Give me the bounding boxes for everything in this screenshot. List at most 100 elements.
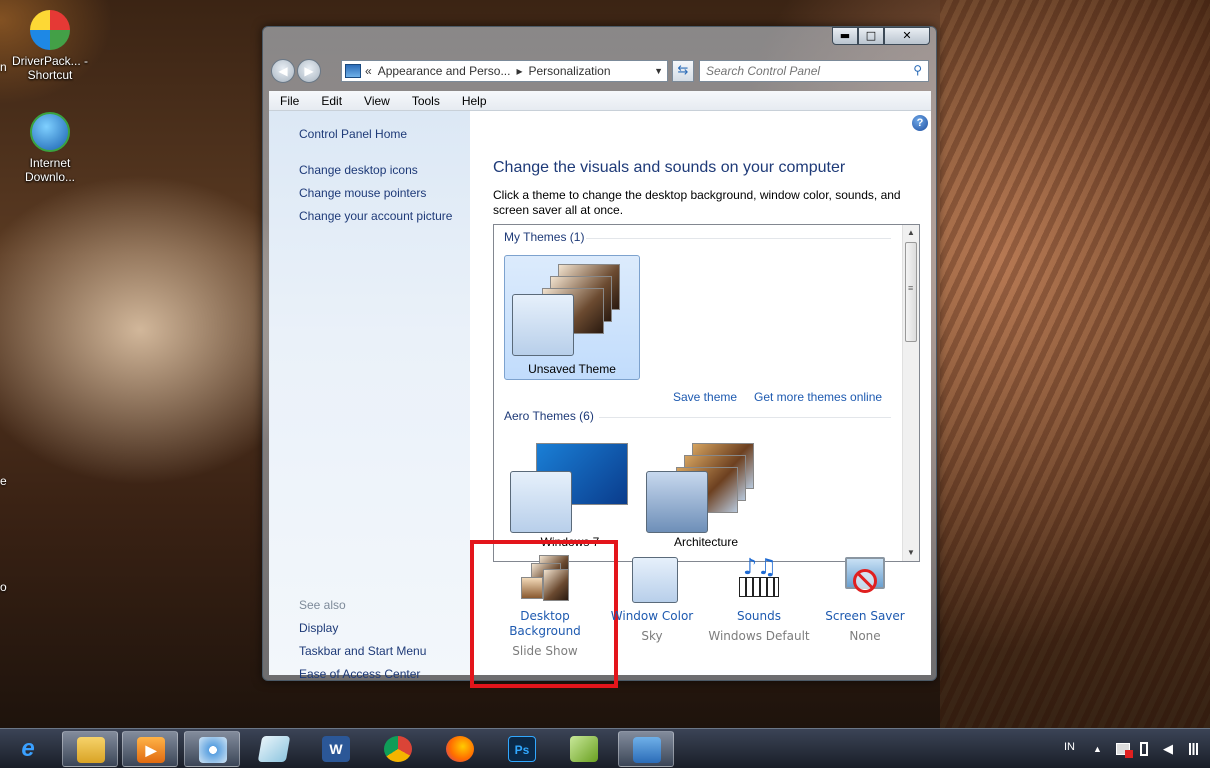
window-color-icon [628,555,678,603]
change-mouse-pointers-link[interactable]: Change mouse pointers [299,186,426,200]
menu-help[interactable]: Help [451,94,498,108]
screen-saver-value: None [849,629,881,643]
theme-thumbnail [512,262,632,357]
menu-edit[interactable]: Edit [310,94,353,108]
caption-buttons: ▬ □ ✕ [832,27,930,45]
menu-view[interactable]: View [353,94,401,108]
control-panel-icon [633,737,661,763]
theme-windows-7[interactable]: Windows 7 [502,437,638,557]
themes-scrollbar[interactable]: ▲ ▼ [902,225,919,561]
screen-saver-setting[interactable]: Screen Saver None [810,555,920,643]
breadcrumb-separator[interactable]: ▸ [516,64,522,78]
show-hidden-icons-arrow[interactable]: ▲ [1093,729,1102,768]
taskbar-paint-button[interactable] [184,731,240,767]
maximize-button[interactable]: □ [858,27,884,45]
taskbar-notepad-button[interactable] [246,731,302,767]
sounds-icon: ♪♫ [735,555,783,603]
screen-saver-label: Screen Saver [825,609,905,623]
network-icon[interactable] [1186,743,1200,755]
window-color-swatch [512,294,574,356]
get-more-themes-link[interactable]: Get more themes online [754,390,882,404]
taskbar-word-button[interactable]: W [308,731,364,767]
forward-button[interactable]: ▶ [297,59,321,83]
change-account-picture-link[interactable]: Change your account picture [299,209,452,223]
internet-explorer-icon: e [21,735,35,762]
taskbar-firefox-button[interactable] [432,731,488,767]
media-player-icon: ▶ [137,737,165,763]
driverpack-icon [30,10,70,50]
my-themes-header[interactable]: My Themes (1) [504,230,584,244]
close-button[interactable]: ✕ [884,27,930,45]
theme-thumbnail [510,443,630,538]
internet-download-icon [30,112,70,152]
refresh-button[interactable]: ⇆ [672,60,694,82]
scroll-thumb[interactable] [905,242,917,342]
breadcrumb-appearance[interactable]: Appearance and Perso... [378,64,511,78]
sounds-setting[interactable]: ♪♫ Sounds Windows Default [704,555,814,643]
menu-file[interactable]: File [269,94,310,108]
edge-fragment: n [0,60,7,74]
desktop-icon-driverpack[interactable]: DriverPack... - Shortcut [10,10,90,82]
change-desktop-icons-link[interactable]: Change desktop icons [299,163,418,177]
volume-icon[interactable]: ◀ [1163,729,1173,768]
edge-fragment: o [0,580,7,594]
edge-fragment: e [0,474,7,488]
taskbar-app-button[interactable] [556,731,612,767]
word-icon: W [322,736,350,762]
highlight-box [470,540,618,688]
search-icon[interactable]: ⚲ [913,63,922,77]
display-link[interactable]: Display [299,621,338,635]
chevron-down-icon[interactable]: ▼ [654,66,663,76]
taskbar-chrome-button[interactable] [370,731,426,767]
theme-thumbnail [646,443,766,538]
screen-saver-icon [841,555,889,603]
power-icon[interactable] [1140,742,1148,756]
control-panel-home-link[interactable]: Control Panel Home [299,127,407,141]
minimize-button[interactable]: ▬ [832,27,858,45]
theme-label: Architecture [673,535,739,549]
themes-list: My Themes (1) Unsaved Theme Save theme G… [493,224,920,562]
see-also-heading: See also [299,598,346,612]
desktop-icon-internet-download[interactable]: Internet Downlo... [10,112,90,184]
address-bar[interactable]: « Appearance and Perso... ▸ Personalizat… [341,60,668,82]
chrome-icon [384,736,412,762]
ease-of-access-link[interactable]: Ease of Access Center [299,667,420,681]
taskbar-start-menu-link[interactable]: Taskbar and Start Menu [299,644,426,658]
window-color-swatch [510,471,572,533]
taskbar-photoshop-button[interactable]: Ps [494,731,550,767]
save-theme-link[interactable]: Save theme [673,390,737,404]
search-box: ⚲ [699,60,929,82]
menu-tools[interactable]: Tools [401,94,451,108]
group-divider [599,417,891,418]
paint-icon [199,737,227,763]
taskbar-control-panel-button[interactable] [618,731,674,767]
help-icon[interactable]: ? [912,115,928,131]
menu-bar: File Edit View Tools Help [269,91,931,111]
folder-icon [77,737,105,763]
search-input[interactable] [700,61,900,81]
sounds-label: Sounds [736,609,782,623]
firefox-icon [446,736,474,762]
control-panel-icon [345,64,361,78]
language-indicator[interactable]: IN [1064,729,1075,768]
green-app-icon [570,736,598,762]
theme-architecture[interactable]: Architecture [638,437,774,557]
window-color-value: Sky [641,629,663,643]
sounds-value: Windows Default [708,629,810,643]
page-title: Change the visuals and sounds on your co… [493,159,846,176]
taskbar-media-player-button[interactable]: ▶ [122,731,178,767]
scroll-up-arrow[interactable]: ▲ [903,225,919,241]
address-overflow-chevron[interactable]: « [365,64,372,78]
action-center-icon[interactable] [1116,743,1133,758]
back-button[interactable]: ◀ [271,59,295,83]
task-pane: Control Panel Home Change desktop icons … [269,111,470,681]
group-divider [586,238,891,239]
taskbar-ie-button[interactable]: e [0,731,56,767]
breadcrumb-personalization[interactable]: Personalization [528,64,610,78]
navigation-bar: ◀ ▶ « Appearance and Perso... ▸ Personal… [271,59,931,85]
taskbar-explorer-button[interactable] [62,731,118,767]
desktop-icon-label: DriverPack... - Shortcut [11,54,88,82]
theme-unsaved[interactable]: Unsaved Theme [504,255,640,380]
aero-themes-header[interactable]: Aero Themes (6) [504,409,594,423]
window-color-setting[interactable]: Window Color Sky [597,555,707,643]
